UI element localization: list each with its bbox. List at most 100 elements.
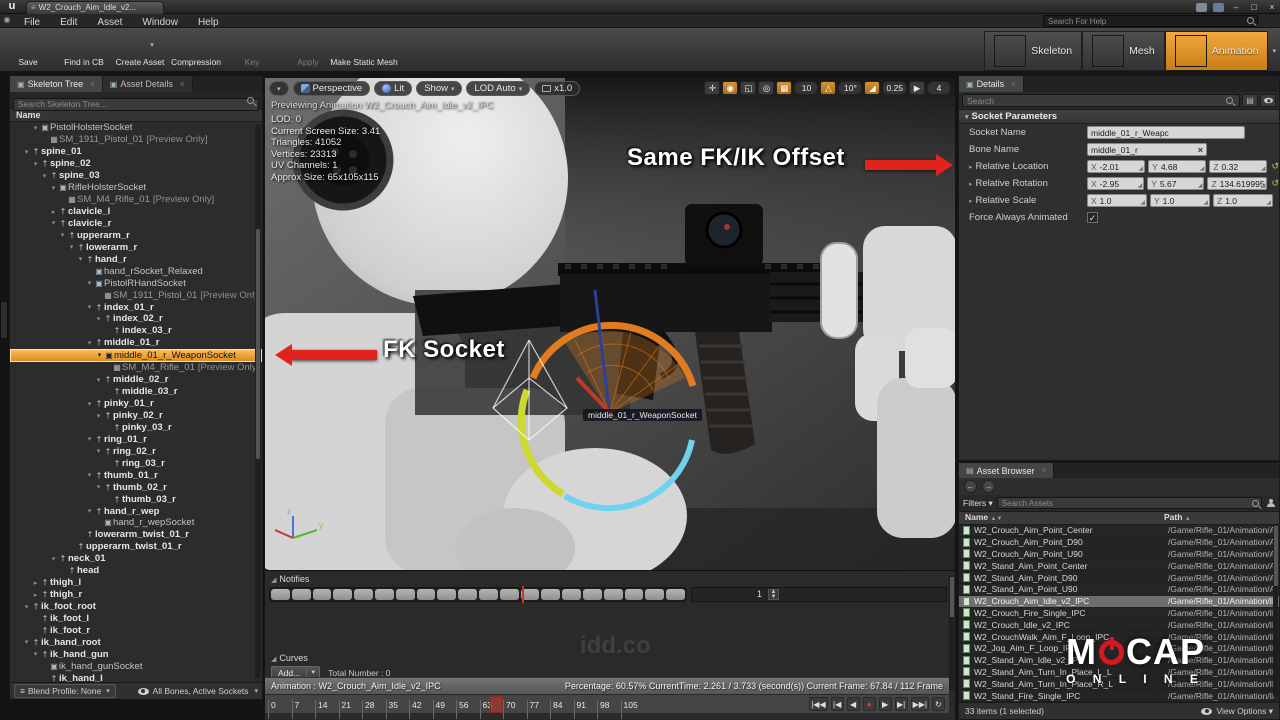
scrollbar-thumb[interactable] [256,229,260,459]
person-icon[interactable] [1266,498,1275,508]
skeleton-tree-search-input[interactable] [13,97,259,111]
expander-caret-icon[interactable] [31,650,40,658]
camera-speed-icon[interactable]: ▶ [909,81,925,95]
rotation-snap-icon[interactable]: △ [820,81,837,95]
minimize-button[interactable]: – [1230,2,1242,12]
bone-name-input[interactable]: middle_01_r × [1087,143,1207,156]
system-menu-icon[interactable]: ◉ [0,15,14,27]
tree-row[interactable]: upperarm_r [10,229,262,241]
view-options-button[interactable]: View Options ▾ [1201,706,1273,717]
timeline-playhead[interactable] [489,696,503,713]
close-button[interactable]: × [1266,2,1278,12]
force-always-animated-checkbox[interactable]: ✓ [1087,212,1098,223]
W2_Crouch_Idle_v2_IPC[interactable]: W2_Crouch_Idle_v2_IPC /Game/Rifle_01/Ani… [959,619,1279,632]
expander-caret-icon[interactable] [49,219,58,227]
compression-button[interactable]: Compression [168,28,224,73]
tree-row[interactable]: head [10,565,262,577]
rotate-tool-button[interactable]: ◉ [722,81,739,95]
world-local-toggle-button[interactable]: ◎ [758,81,775,95]
tab-asset-browser[interactable]: ▤ Asset Browser × [959,463,1055,478]
tree-row[interactable]: RifleHolsterSocket [10,182,262,194]
loop-button[interactable]: ↻ [932,697,945,711]
details-search-input[interactable] [962,94,1240,107]
rotation-x-input[interactable]: X -2.95 ◢ [1087,177,1145,190]
expander-caret-icon[interactable] [94,412,103,420]
scale-tool-button[interactable]: ◱ [740,81,757,95]
tree-row[interactable]: index_01_r [10,301,262,313]
tree-row[interactable]: hand_r [10,253,262,265]
expander-caret-icon[interactable] [22,148,31,156]
tree-row[interactable]: middle_03_r [10,386,262,398]
scale-z-input[interactable]: Z 1.0 ◢ [1213,194,1273,207]
column-path[interactable]: Path ▲ [1164,512,1191,524]
tree-row[interactable]: ik_hand_gun [10,648,262,660]
tree-row[interactable]: SM_1911_Pistol_01 [Preview Only] [10,289,262,301]
track-count-stepper[interactable]: ▲ ▼ [768,589,779,600]
menu-file[interactable]: File [14,17,50,28]
expander-caret-icon[interactable] [22,638,31,646]
location-x-input[interactable]: X -2.01 ◢ [1087,160,1146,173]
expand-caret-icon[interactable]: ▸ [969,164,973,171]
notifies-track[interactable] [269,587,687,602]
asset-scrollbar[interactable] [1273,526,1278,696]
expander-caret-icon[interactable] [76,255,85,263]
expander-caret-icon[interactable] [85,507,94,515]
expander-caret-icon[interactable] [94,376,103,384]
screen-size-button[interactable]: x1.0 [534,81,581,96]
property-matrix-icon[interactable]: ▤ [1242,94,1258,107]
go-to-front-button[interactable]: |◀◀ [809,697,828,711]
tree-row[interactable]: clavicle_l [10,206,262,218]
clear-icon[interactable]: × [1198,145,1203,155]
W2_Stand_Aim_Point_U90[interactable]: W2_Stand_Aim_Point_U90 /Game/Rifle_01/An… [959,583,1279,596]
tree-row[interactable]: middle_02_r [10,374,262,386]
perspective-button[interactable]: Perspective [292,81,371,96]
tree-scrollbar[interactable] [255,124,261,679]
tree-row[interactable]: index_02_r [10,313,262,325]
tree-row[interactable]: lowerarm_twist_01_r [10,529,262,541]
make-static-mesh-button[interactable]: Make Static Mesh [330,28,398,73]
play-button[interactable]: ▶ [878,697,892,711]
expand-caret-icon[interactable]: ▸ [969,198,973,205]
W2_Stand_Aim_Point_Center[interactable]: W2_Stand_Aim_Point_Center /Game/Rifle_01… [959,560,1279,573]
tree-row[interactable]: hand_r_wep [10,505,262,517]
W2_Stand_Aim_Turn_In_Place_R_L[interactable]: W2_Stand_Aim_Turn_In_Place_R_L /Game/Rif… [959,678,1279,691]
bone-filter-button[interactable]: All Bones, Active Sockets ▾ [137,686,258,696]
rotation-snap-value[interactable]: 10° [838,81,863,95]
W2_Stand_Aim_Turn_In_Place_L_L[interactable]: W2_Stand_Aim_Turn_In_Place_L_L /Game/Rif… [959,666,1279,679]
expand-caret-icon[interactable]: ▸ [969,181,973,188]
expander-caret-icon[interactable] [49,184,58,192]
expander-caret-icon[interactable] [85,400,94,408]
menu-help[interactable]: Help [188,17,229,28]
lit-button[interactable]: Lit [374,81,413,96]
translate-tool-button[interactable]: ✛ [704,81,721,95]
scale-y-input[interactable]: Y 1.0 ◢ [1150,194,1210,207]
help-search-input[interactable] [1043,15,1258,27]
grid-snap-icon[interactable]: ▦ [776,81,793,95]
tree-row[interactable]: ik_foot_r [10,624,262,636]
tree-row[interactable]: spine_01 [10,146,262,158]
tree-row[interactable]: hand_r_wepSocket [10,517,262,529]
expander-caret-icon[interactable] [49,208,58,216]
expander-caret-icon[interactable] [31,124,40,132]
tree-row[interactable]: ring_03_r [10,457,262,469]
column-name[interactable]: Name ▲▼ [959,512,1164,524]
notifies-playhead[interactable] [521,586,524,603]
tab-details[interactable]: ▣ Details × [959,76,1024,92]
expander-caret-icon[interactable] [85,339,94,347]
tree-row[interactable]: ring_02_r [10,445,262,457]
mode-animation[interactable]: Animation [1164,31,1269,71]
expander-caret-icon[interactable] [94,447,103,455]
lod-button[interactable]: LOD Auto ▾ [466,81,531,96]
expander-caret-icon[interactable] [49,555,58,563]
tree-row[interactable]: ik_foot_l [10,613,262,625]
find-in-cb-button[interactable]: Find in CB [56,28,112,73]
grid-snap-value[interactable]: 10 [794,81,819,95]
tree-row[interactable]: SM_M4_Rifle_01 [Preview Only] [10,362,262,374]
tree-row[interactable]: upperarm_twist_01_r [10,541,262,553]
tree-row[interactable]: PistolRHandSocket [10,277,262,289]
show-button[interactable]: Show ▾ [416,81,463,96]
tab-close-icon[interactable]: × [1042,466,1047,475]
camera-speed-value[interactable]: 4 [927,81,951,95]
tree-row[interactable]: thigh_l [10,577,262,589]
menu-window[interactable]: Window [132,17,188,28]
